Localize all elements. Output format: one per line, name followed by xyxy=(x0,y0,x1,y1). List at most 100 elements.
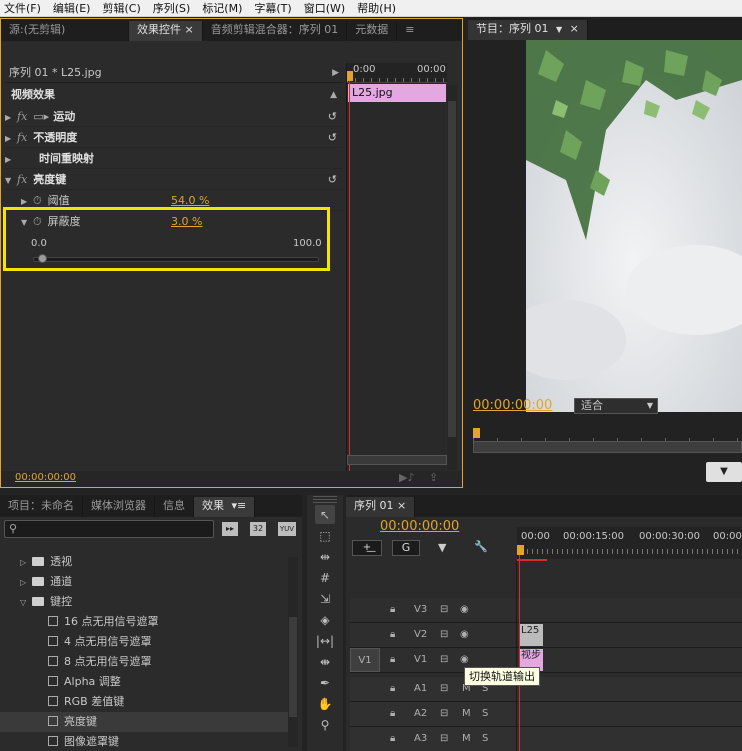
toggle-sync-icon[interactable]: ⊟ xyxy=(440,683,448,694)
accelerated-effects-icon[interactable]: ▸▸ xyxy=(222,522,238,536)
lock-icon[interactable]: 🔒︎ xyxy=(390,683,395,694)
lock-icon[interactable]: 🔒︎ xyxy=(390,604,395,615)
menu-title[interactable]: 字幕(T) xyxy=(254,0,291,16)
tab-effect-controls[interactable]: 效果控件 × xyxy=(129,21,203,41)
list-item-perspective[interactable]: ▷ 透视 xyxy=(0,552,296,572)
program-scrub-bar[interactable] xyxy=(473,428,742,442)
snap-button[interactable]: +͟ xyxy=(352,540,382,556)
tab-program[interactable]: 节目：序列 01 ▼ × xyxy=(468,20,588,40)
tab-audio-clip-mixer[interactable]: 音频剪辑混合器：序列 01 xyxy=(203,21,348,41)
list-item-effect[interactable]: 16 点无用信号遮罩 xyxy=(0,612,296,632)
collapse-arrow-icon[interactable]: ▶ xyxy=(332,63,339,83)
eye-icon[interactable]: ◉ xyxy=(460,629,469,640)
track-select-tool-icon[interactable]: ⬚ xyxy=(315,526,335,545)
ec-footer-timecode[interactable]: 00:00:00:00 xyxy=(15,472,76,483)
menu-window[interactable]: 窗口(W) xyxy=(304,0,345,16)
list-item-effect-selected[interactable]: 亮度键 xyxy=(0,712,296,732)
menu-marker[interactable]: 标记(M) xyxy=(202,0,242,16)
tab-effects[interactable]: 效果 ▾≡ xyxy=(194,497,256,517)
menu-clip[interactable]: 剪辑(C) xyxy=(102,0,140,16)
solo-button[interactable]: S xyxy=(482,708,488,719)
ripple-edit-tool-icon[interactable]: ⇹ xyxy=(315,547,335,566)
toggle-sync-icon[interactable]: ⊟ xyxy=(440,629,448,640)
eye-icon[interactable]: ◉ xyxy=(460,604,469,615)
track-v2[interactable]: 🔒︎ V2 ⊟ ◉ xyxy=(350,623,742,648)
razor-tool-icon[interactable]: ◈ xyxy=(315,610,335,629)
track-v3[interactable]: 🔒︎ V3 ⊟ ◉ xyxy=(350,598,742,623)
fx-icon[interactable]: fx xyxy=(17,173,27,186)
playhead-marker-icon[interactable] xyxy=(347,71,353,81)
toggle-sync-icon[interactable]: ⊟ xyxy=(440,604,448,615)
effects-list-scrollbar[interactable] xyxy=(288,557,298,747)
pen-tool-icon[interactable]: ✒ xyxy=(315,673,335,692)
panel-menu-icon[interactable]: ▾≡ xyxy=(232,499,247,512)
dropdown-icon[interactable]: ▼ xyxy=(647,399,653,413)
collapse-triangle-icon[interactable]: ▼ xyxy=(5,170,17,191)
fx-icon[interactable]: fx xyxy=(17,131,27,144)
tab-info[interactable]: 信息 xyxy=(155,497,194,517)
scroll-thumb[interactable] xyxy=(448,101,456,437)
list-item-effect[interactable]: 图像遮罩键 xyxy=(0,732,296,751)
scroll-thumb[interactable] xyxy=(289,617,297,717)
track-a3[interactable]: 🔒︎ A3 ⊟ M S xyxy=(350,727,742,751)
stopwatch-icon[interactable]: ⏱ xyxy=(33,194,42,207)
selection-tool-icon[interactable]: ↖ xyxy=(315,505,335,524)
dropdown-icon[interactable]: ▼ xyxy=(556,25,562,34)
expand-triangle-icon[interactable]: ▷ xyxy=(20,578,26,587)
linked-selection-button[interactable]: G xyxy=(392,540,420,556)
expand-triangle-icon[interactable]: ▶ xyxy=(5,149,17,170)
track-a2[interactable]: 🔒︎ A2 ⊟ M S xyxy=(350,702,742,727)
expand-triangle-icon[interactable]: ▷ xyxy=(20,558,26,567)
list-item-channel[interactable]: ▷ 通道 xyxy=(0,572,296,592)
menu-sequence[interactable]: 序列(S) xyxy=(153,0,191,16)
ec-clip-bar[interactable]: L25.jpg xyxy=(348,84,446,102)
collapse-triangle-icon[interactable]: ▽ xyxy=(20,598,26,607)
tab-media-browser[interactable]: 媒体浏览器 xyxy=(83,497,155,517)
ec-vertical-scrollbar[interactable] xyxy=(447,85,457,470)
toggle-sync-icon[interactable]: ⊟ xyxy=(440,733,448,744)
slip-tool-icon[interactable]: |↔| xyxy=(315,631,335,650)
effect-row-opacity[interactable]: ▶ fx 不透明度 ↺ xyxy=(5,127,343,148)
effect-row-motion[interactable]: ▶ fx ▭▸ 运动 ↺ xyxy=(5,106,343,127)
program-timecode[interactable]: 00:00:00:00 xyxy=(473,398,552,413)
list-item-effect[interactable]: 4 点无用信号遮罩 xyxy=(0,632,296,652)
playhead-marker-icon[interactable] xyxy=(473,428,480,438)
reset-icon[interactable]: ↺ xyxy=(328,169,337,190)
source-patch-v1[interactable]: V1 xyxy=(350,648,380,672)
effect-row-luma-key[interactable]: ▼ fx 亮度键 ↺ xyxy=(5,169,343,190)
tab-project[interactable]: 项目：未命名 xyxy=(0,497,83,517)
expand-triangle-icon[interactable]: ▶ xyxy=(5,128,17,149)
expand-triangle-icon[interactable]: ▶ xyxy=(5,107,17,128)
add-marker-button[interactable]: ▼ xyxy=(706,462,742,482)
close-icon[interactable]: × xyxy=(570,22,579,35)
tab-sequence-01[interactable]: 序列 01 × xyxy=(346,497,416,517)
menu-edit[interactable]: 编辑(E) xyxy=(53,0,91,16)
list-item-effect[interactable]: 8 点无用信号遮罩 xyxy=(0,652,296,672)
rolling-edit-tool-icon[interactable]: # xyxy=(315,568,335,587)
lock-icon[interactable]: 🔒︎ xyxy=(390,733,395,744)
cutoff-value[interactable]: 3.0 % xyxy=(171,211,202,232)
toggle-sync-icon[interactable]: ⊟ xyxy=(440,654,448,665)
stopwatch-icon[interactable]: ⏱ xyxy=(33,215,42,228)
hand-tool-icon[interactable]: ✋ xyxy=(315,694,335,713)
32bit-effects-icon[interactable]: 32 xyxy=(250,522,266,536)
tab-metadata[interactable]: 元数据 xyxy=(347,21,398,41)
fit-dropdown[interactable]: 适合 ▼ xyxy=(574,398,658,414)
ec-scrollbar[interactable] xyxy=(347,455,447,465)
timeline-timecode[interactable]: 00:00:00:00 xyxy=(380,519,459,534)
scroll-up-icon[interactable]: ▲ xyxy=(330,85,337,105)
reset-icon[interactable]: ↺ xyxy=(328,106,337,127)
eye-icon[interactable]: ◉ xyxy=(460,654,469,665)
export-icon[interactable]: ⇪ xyxy=(429,471,438,484)
toggle-sync-icon[interactable]: ⊟ xyxy=(440,708,448,719)
wrench-icon[interactable]: 🔧 xyxy=(474,540,488,553)
mute-button[interactable]: M xyxy=(462,708,471,719)
solo-button[interactable]: S xyxy=(482,733,488,744)
lock-icon[interactable]: 🔒︎ xyxy=(390,654,395,665)
add-marker-icon[interactable]: ▼ xyxy=(438,541,446,554)
playhead-marker-icon[interactable] xyxy=(517,545,524,555)
cutoff-slider-track[interactable] xyxy=(33,257,319,262)
list-item-keying[interactable]: ▽ 键控 xyxy=(0,592,296,612)
timeline-ruler[interactable]: 00:00 00:00:15:00 00:00:30:00 00:00 xyxy=(517,527,742,559)
list-item-effect[interactable]: Alpha 调整 xyxy=(0,672,296,692)
